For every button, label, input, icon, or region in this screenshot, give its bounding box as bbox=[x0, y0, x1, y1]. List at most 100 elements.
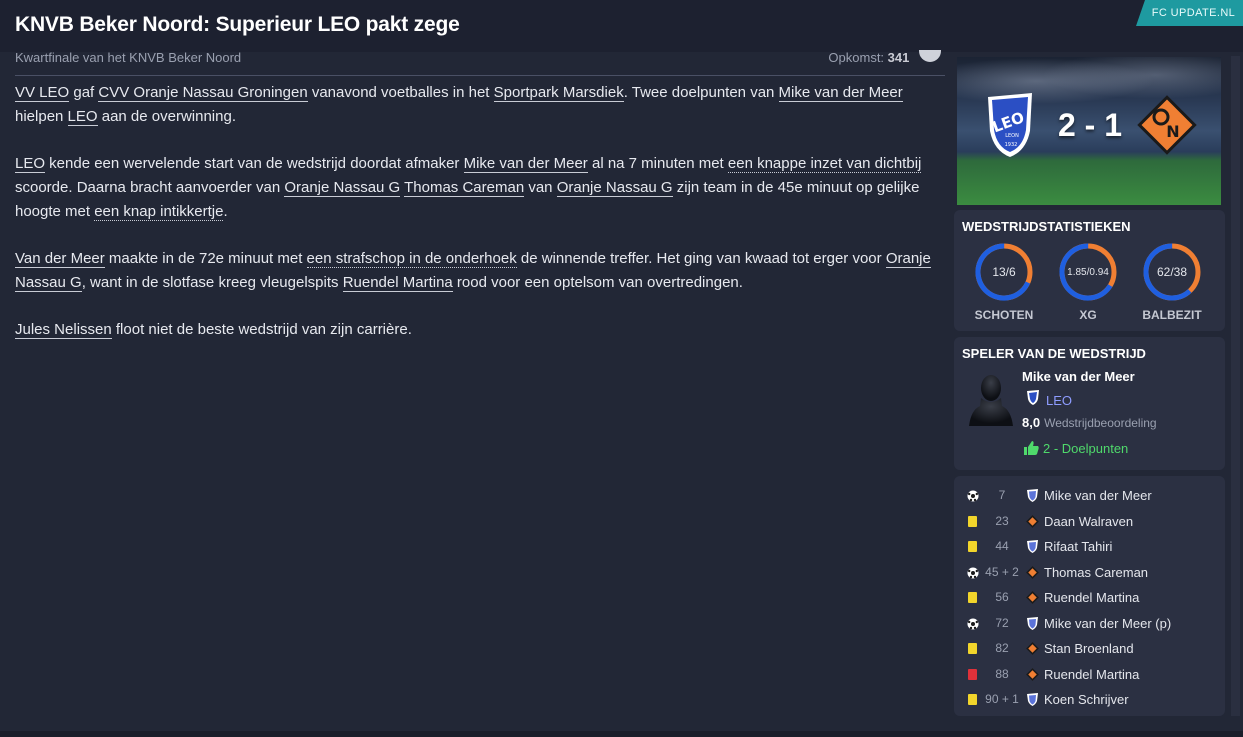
stat-possession-value: 62/38 bbox=[1156, 265, 1188, 279]
article-body: VV LEO gaf CVV Oranje Nassau Groningen v… bbox=[15, 81, 945, 365]
leo-crest-year: 1932 bbox=[1005, 142, 1018, 148]
article-paragraph-4: Jules Nelissen floot niet de beste wedst… bbox=[15, 318, 945, 342]
article-text: de winnende treffer. Het ging van kwaad … bbox=[516, 250, 886, 267]
event-minute: 7 bbox=[998, 488, 1006, 502]
event-minute: 90 + 1 bbox=[985, 692, 1019, 706]
event-player[interactable]: Ruendel Martina bbox=[1044, 590, 1139, 605]
article-paragraph-2: LEO kende een wervelende start van de we… bbox=[15, 152, 945, 224]
potm-team-name: LEO bbox=[1046, 393, 1073, 408]
yellow-card-icon bbox=[968, 643, 977, 654]
competition-label: Kwartfinale van het KNVB Beker Noord bbox=[15, 50, 242, 65]
goal-ball-icon bbox=[967, 618, 979, 629]
ball-icon bbox=[919, 50, 941, 62]
article-link[interactable]: Mike van der Meer bbox=[778, 84, 903, 102]
article-text: al na 7 minuten met bbox=[587, 155, 728, 172]
leo-team-icon bbox=[1027, 693, 1038, 706]
event-player[interactable]: Koen Schrijver bbox=[1044, 692, 1129, 707]
oranje-nassau-team-icon bbox=[1026, 514, 1039, 528]
player-silhouette-icon bbox=[969, 375, 1013, 426]
article-text: vanavond voetballes in het bbox=[307, 84, 494, 101]
event-minute: 56 bbox=[995, 590, 1009, 604]
article-text: gaf bbox=[69, 84, 99, 101]
article-link[interactable]: CVV Oranje Nassau Groningen bbox=[98, 84, 308, 102]
potm-name[interactable]: Mike van der Meer bbox=[1022, 369, 1135, 384]
source-badge[interactable]: FC UPDATE.NL bbox=[1136, 0, 1243, 26]
event-player[interactable]: Mike van der Meer bbox=[1044, 488, 1152, 503]
article-text: scoorde. Daarna bracht aanvoerder van bbox=[15, 179, 285, 196]
match-stats-card: WEDSTRIJDSTATISTIEKEN 13/6 SCHOTEN 1.85/… bbox=[954, 210, 1225, 331]
event-minute: 45 + 2 bbox=[985, 564, 1019, 579]
oranje-nassau-crest-icon: N bbox=[1137, 95, 1197, 155]
article-highlight-link[interactable]: een knappe inzet van dichtbij bbox=[727, 155, 922, 173]
leo-team-icon bbox=[1027, 540, 1038, 553]
bottom-bar bbox=[0, 731, 1243, 737]
attendance: Opkomst: 341 bbox=[828, 50, 941, 65]
event-player[interactable]: Rifaat Tahiri bbox=[1044, 539, 1112, 554]
article-link[interactable]: VV LEO bbox=[15, 84, 70, 102]
article-text: . Twee doelpunten van bbox=[623, 84, 779, 101]
potm-rating-value: 8,0 bbox=[1022, 415, 1041, 430]
event-row: 23 Daan Walraven bbox=[954, 511, 1225, 533]
attendance-value: 341 bbox=[887, 50, 910, 65]
article-link[interactable]: Oranje Nassau G bbox=[284, 179, 401, 197]
header-bar: KNVB Beker Noord: Superieur LEO pakt zeg… bbox=[0, 0, 1243, 52]
event-row: 82 Stan Broenland bbox=[954, 638, 1225, 660]
article-text: van bbox=[524, 179, 557, 196]
stat-shots: 13/6 SCHOTEN bbox=[974, 242, 1034, 322]
goal-ball-icon bbox=[967, 490, 979, 502]
event-row: 45 + 2 Thomas Careman bbox=[954, 562, 1225, 584]
match-info-bar: Kwartfinale van het KNVB Beker Noord Opk… bbox=[15, 50, 945, 76]
article-link[interactable]: LEO bbox=[15, 155, 46, 173]
home-score: 2 bbox=[1057, 107, 1076, 143]
away-score: 1 bbox=[1104, 107, 1123, 143]
article-highlight-link[interactable]: een strafschop in de onderhoek bbox=[306, 250, 517, 268]
oranje-nassau-team-icon bbox=[1026, 591, 1039, 604]
article-paragraph-1: VV LEO gaf CVV Oranje Nassau Groningen v… bbox=[15, 81, 945, 129]
event-row: 44 Rifaat Tahiri bbox=[954, 536, 1225, 558]
yellow-card-icon bbox=[968, 592, 977, 603]
article-text: , want in de slotfase kreeg vleugelspits bbox=[81, 274, 343, 291]
article-highlight-link[interactable]: een knap intikkertje bbox=[94, 203, 224, 221]
event-row: 7 Mike van der Meer bbox=[954, 485, 1225, 507]
article-link[interactable]: Thomas Careman bbox=[404, 179, 525, 197]
event-row: 56 Ruendel Martina bbox=[954, 587, 1225, 609]
event-player[interactable]: Stan Broenland bbox=[1044, 641, 1134, 656]
thumbs-up-icon bbox=[1024, 441, 1039, 455]
oranje-nassau-team-icon bbox=[1026, 642, 1039, 655]
stat-shots-value: 13/6 bbox=[992, 265, 1016, 279]
event-player[interactable]: Daan Walraven bbox=[1044, 514, 1133, 529]
player-of-the-match-card: SPELER VAN DE WEDSTRIJD Mike van der Mee… bbox=[954, 337, 1225, 470]
potm-team[interactable]: LEO bbox=[1026, 390, 1072, 408]
leo-team-icon bbox=[1027, 489, 1038, 502]
article-link[interactable]: Van der Meer bbox=[15, 250, 105, 268]
event-minute: 44 bbox=[995, 539, 1009, 553]
article-paragraph-3: Van der Meer maakte in de 72e minuut met… bbox=[15, 247, 945, 295]
article-text: . bbox=[223, 203, 228, 220]
article-text: aan de overwinning. bbox=[97, 108, 236, 125]
potm-goals-text: 2 - Doelpunten bbox=[1043, 441, 1129, 456]
score-separator: - bbox=[1084, 107, 1096, 143]
article-text: hielpen bbox=[15, 108, 68, 125]
article-link[interactable]: LEO bbox=[67, 108, 98, 126]
attendance-label: Opkomst: bbox=[828, 50, 885, 65]
event-minute: 23 bbox=[995, 513, 1009, 528]
article-link[interactable]: Mike van der Meer bbox=[463, 155, 588, 173]
event-player[interactable]: Mike van der Meer (p) bbox=[1044, 616, 1171, 631]
potm-rating-label: Wedstrijdbeoordeling bbox=[1044, 416, 1157, 430]
page-title: KNVB Beker Noord: Superieur LEO pakt zeg… bbox=[15, 13, 460, 36]
stat-xg-value: 1.85/0.94 bbox=[1067, 266, 1109, 278]
article-link[interactable]: Oranje Nassau G bbox=[556, 179, 673, 197]
event-player[interactable]: Thomas Careman bbox=[1044, 565, 1148, 580]
article-link[interactable]: Ruendel Martina bbox=[342, 274, 453, 292]
article-text: maakte in de 72e minuut met bbox=[104, 250, 307, 267]
article-text: rood voor een optelsom van overtredingen… bbox=[452, 274, 743, 291]
event-player[interactable]: Ruendel Martina bbox=[1044, 667, 1139, 682]
scrollbar[interactable] bbox=[1231, 56, 1240, 716]
leo-crest-sub: LEON bbox=[1005, 133, 1019, 139]
potm-title: SPELER VAN DE WEDSTRIJD bbox=[962, 346, 1146, 361]
event-minute: 72 bbox=[995, 615, 1009, 630]
article-link[interactable]: Sportpark Marsdiek bbox=[493, 84, 624, 102]
event-row: 90 + 1 Koen Schrijver bbox=[954, 689, 1225, 711]
stat-xg: 1.85/0.94 XG bbox=[1058, 242, 1118, 322]
article-link[interactable]: Jules Nelissen bbox=[15, 321, 112, 339]
